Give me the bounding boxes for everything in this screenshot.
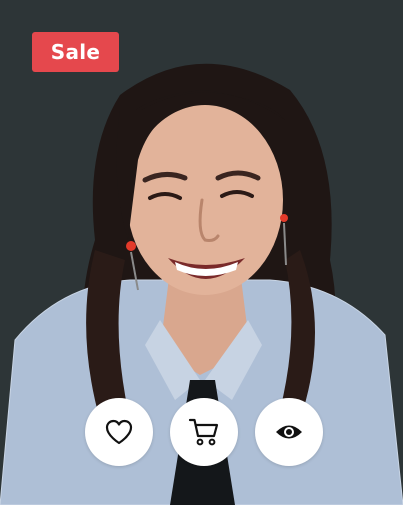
heart-icon <box>105 419 133 445</box>
sale-badge: Sale <box>32 32 119 72</box>
cart-icon <box>188 418 219 446</box>
wishlist-button[interactable] <box>85 398 153 466</box>
add-to-cart-button[interactable] <box>170 398 238 466</box>
product-card: Sale <box>0 0 403 505</box>
eye-icon <box>276 425 302 439</box>
quick-view-button[interactable] <box>255 398 323 466</box>
product-actions <box>85 398 323 466</box>
